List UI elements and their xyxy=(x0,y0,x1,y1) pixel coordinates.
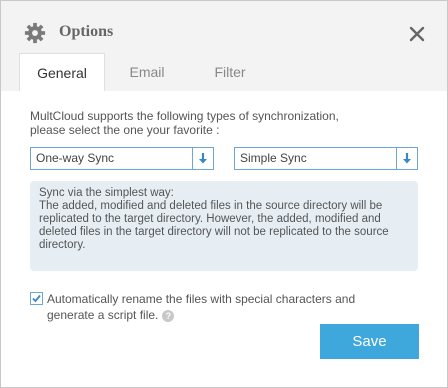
intro-line-1: MultCloud supports the following types o… xyxy=(30,109,339,123)
tab-filter[interactable]: Filter xyxy=(194,55,266,89)
sync-mode-value: Simple Sync xyxy=(240,151,307,165)
dialog-header: Options xyxy=(1,1,447,49)
down-arrow-icon[interactable] xyxy=(396,148,417,169)
sync-direction-select[interactable]: One-way Sync xyxy=(30,147,214,170)
tab-bar: General Email Filter xyxy=(1,51,447,92)
down-arrow-icon[interactable] xyxy=(192,148,213,169)
checkmark-icon xyxy=(32,294,41,303)
general-panel: MultCloud supports the following types o… xyxy=(1,91,447,387)
auto-rename-label: Automatically rename the files with spec… xyxy=(47,291,387,323)
options-dialog: Options General Email Filter MultCloud s… xyxy=(0,0,448,388)
intro-text: MultCloud supports the following types o… xyxy=(30,109,420,137)
gear-icon xyxy=(24,22,46,44)
auto-rename-text: Automatically rename the files with spec… xyxy=(47,292,356,322)
sync-direction-value: One-way Sync xyxy=(36,151,115,165)
info-heading: Sync via the simplest way: xyxy=(39,187,174,199)
auto-rename-checkbox[interactable] xyxy=(30,292,43,305)
intro-line-2: please select the one your favorite : xyxy=(30,123,220,137)
tab-email[interactable]: Email xyxy=(111,55,183,89)
question-icon[interactable]: ? xyxy=(162,309,175,322)
tab-general[interactable]: General xyxy=(19,53,105,92)
dialog-title: Options xyxy=(59,23,114,40)
close-icon[interactable] xyxy=(405,22,429,46)
info-body: The added, modified and deleted files in… xyxy=(39,200,389,251)
sync-info-box: Sync via the simplest way: The added, mo… xyxy=(30,181,418,271)
save-button[interactable]: Save xyxy=(320,324,419,359)
sync-mode-select[interactable]: Simple Sync xyxy=(234,147,418,170)
